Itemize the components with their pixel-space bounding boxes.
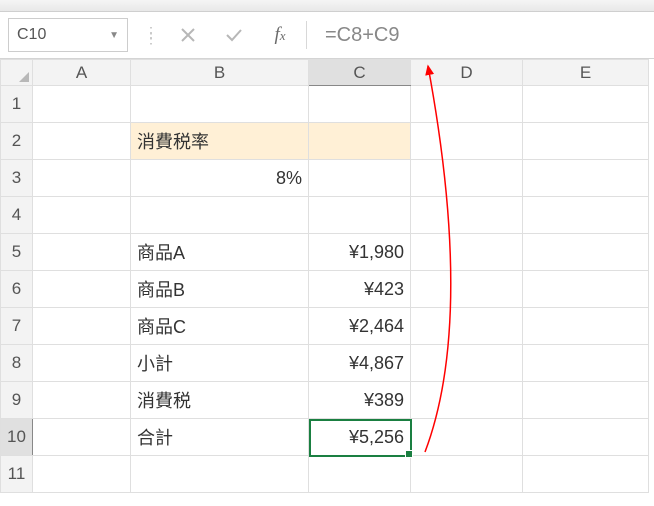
cell-D9[interactable]	[411, 382, 523, 419]
cell-C5[interactable]: ¥1,980	[309, 234, 411, 271]
cell-A7[interactable]	[33, 308, 131, 345]
formula-text: =C8+C9	[325, 24, 400, 47]
cell-D6[interactable]	[411, 271, 523, 308]
row-header-6[interactable]: 6	[1, 271, 33, 308]
x-icon	[180, 27, 196, 43]
cell-C11[interactable]	[309, 456, 411, 493]
cell-E4[interactable]	[523, 197, 649, 234]
cell-D7[interactable]	[411, 308, 523, 345]
cell-A3[interactable]	[33, 160, 131, 197]
cell-C9[interactable]: ¥389	[309, 382, 411, 419]
confirm-formula-button[interactable]	[214, 18, 254, 52]
cell-B2[interactable]: 消費税率	[131, 123, 309, 160]
cell-C2[interactable]	[309, 123, 411, 160]
cell-A10[interactable]	[33, 419, 131, 456]
name-box[interactable]: C10 ▼	[8, 18, 128, 52]
cell-E3[interactable]	[523, 160, 649, 197]
cell-B11[interactable]	[131, 456, 309, 493]
formula-bar: C10 ▼ ⋮⋮ fx =C8+C9	[0, 12, 654, 58]
cell-C1[interactable]	[309, 86, 411, 123]
cell-D3[interactable]	[411, 160, 523, 197]
row-header-3[interactable]: 3	[1, 160, 33, 197]
cell-A4[interactable]	[33, 197, 131, 234]
insert-function-button[interactable]: fx	[260, 18, 300, 52]
cell-D8[interactable]	[411, 345, 523, 382]
cell-B3[interactable]: 8%	[131, 160, 309, 197]
ribbon-stub	[0, 0, 654, 12]
cell-A9[interactable]	[33, 382, 131, 419]
cell-C4[interactable]	[309, 197, 411, 234]
cancel-formula-button[interactable]	[168, 18, 208, 52]
cell-A2[interactable]	[33, 123, 131, 160]
cell-A1[interactable]	[33, 86, 131, 123]
row-header-7[interactable]: 7	[1, 308, 33, 345]
cell-A5[interactable]	[33, 234, 131, 271]
cell-B1[interactable]	[131, 86, 309, 123]
cell-D4[interactable]	[411, 197, 523, 234]
row-header-11[interactable]: 11	[1, 456, 33, 493]
name-box-dropdown-icon[interactable]: ▼	[109, 30, 119, 41]
row-header-1[interactable]: 1	[1, 86, 33, 123]
row-header-8[interactable]: 8	[1, 345, 33, 382]
grid-table: A B C D E 1 2 消費税率 3 8%	[0, 59, 649, 493]
row-header-10[interactable]: 10	[1, 419, 33, 456]
cell-C10[interactable]: ¥5,256	[309, 419, 411, 456]
cell-C7[interactable]: ¥2,464	[309, 308, 411, 345]
formula-bar-grip-icon[interactable]: ⋮⋮	[144, 29, 152, 41]
cell-E6[interactable]	[523, 271, 649, 308]
cell-B9[interactable]: 消費税	[131, 382, 309, 419]
cell-B7[interactable]: 商品C	[131, 308, 309, 345]
select-all-corner[interactable]	[1, 60, 33, 86]
cell-E7[interactable]	[523, 308, 649, 345]
cell-B8[interactable]: 小計	[131, 345, 309, 382]
formula-input[interactable]: =C8+C9	[313, 18, 646, 52]
col-header-A[interactable]: A	[33, 60, 131, 86]
cell-B5[interactable]: 商品A	[131, 234, 309, 271]
cell-E5[interactable]	[523, 234, 649, 271]
cell-B4[interactable]	[131, 197, 309, 234]
cell-B6[interactable]: 商品B	[131, 271, 309, 308]
cell-A6[interactable]	[33, 271, 131, 308]
cell-E10[interactable]	[523, 419, 649, 456]
cell-D11[interactable]	[411, 456, 523, 493]
cell-B10[interactable]: 合計	[131, 419, 309, 456]
cell-A8[interactable]	[33, 345, 131, 382]
row-header-4[interactable]: 4	[1, 197, 33, 234]
cell-D2[interactable]	[411, 123, 523, 160]
spreadsheet-grid: A B C D E 1 2 消費税率 3 8%	[0, 58, 654, 493]
col-header-C[interactable]: C	[309, 60, 411, 86]
formula-bar-divider	[306, 21, 307, 49]
cell-E9[interactable]	[523, 382, 649, 419]
cell-D5[interactable]	[411, 234, 523, 271]
row-header-5[interactable]: 5	[1, 234, 33, 271]
row-header-2[interactable]: 2	[1, 123, 33, 160]
cell-D10[interactable]	[411, 419, 523, 456]
cell-C6[interactable]: ¥423	[309, 271, 411, 308]
cell-E11[interactable]	[523, 456, 649, 493]
col-header-E[interactable]: E	[523, 60, 649, 86]
cell-E1[interactable]	[523, 86, 649, 123]
cell-D1[interactable]	[411, 86, 523, 123]
cell-A11[interactable]	[33, 456, 131, 493]
cell-E2[interactable]	[523, 123, 649, 160]
cell-C8[interactable]: ¥4,867	[309, 345, 411, 382]
row-header-9[interactable]: 9	[1, 382, 33, 419]
cell-C3[interactable]	[309, 160, 411, 197]
check-icon	[225, 27, 243, 43]
cell-E8[interactable]	[523, 345, 649, 382]
fx-icon: fx	[274, 24, 285, 46]
col-header-D[interactable]: D	[411, 60, 523, 86]
col-header-B[interactable]: B	[131, 60, 309, 86]
name-box-value: C10	[17, 26, 46, 44]
